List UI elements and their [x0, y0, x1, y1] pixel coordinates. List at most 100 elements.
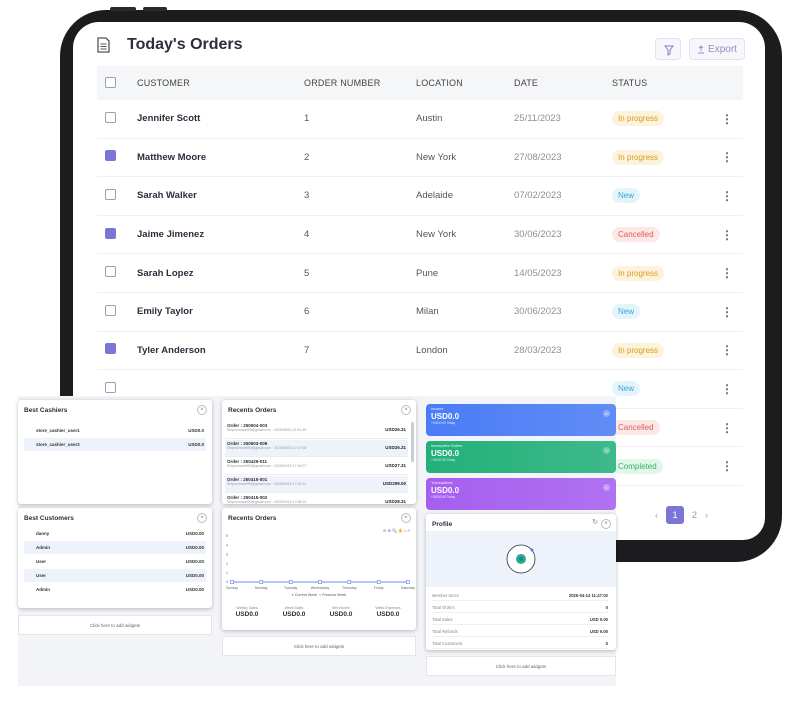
data-point — [288, 580, 293, 584]
table-row[interactable]: Jaime Jimenez 4 New York 30/06/2023 Cancelle… — [97, 216, 743, 255]
column-header[interactable]: DATE — [514, 78, 612, 88]
list-item[interactable]: Admin USD0.00 — [24, 541, 206, 554]
table-row[interactable]: Jennifer Scott 1 Austin 25/11/2023 In progre… — [97, 100, 743, 139]
list-item[interactable]: Admin USD0.00 — [24, 583, 206, 596]
more-vertical-icon[interactable]: ⋮ — [712, 189, 742, 203]
more-vertical-icon[interactable]: ⋮ — [712, 343, 742, 357]
table-row[interactable]: Emily Taylor 6 Milan 30/06/2023 New ⋮ — [97, 293, 743, 332]
incomplete-orders-card[interactable]: Incomplete Orders USD0.0 +USD0.00 Today … — [426, 441, 616, 473]
row-checkbox[interactable] — [105, 150, 116, 162]
x-tick-label: Thursday — [342, 586, 357, 590]
close-icon[interactable]: × — [401, 405, 411, 415]
refresh-icon[interactable]: ↻ — [592, 518, 598, 526]
row-checkbox[interactable] — [105, 266, 116, 278]
order-date: 30/06/2023 — [514, 229, 562, 241]
more-vertical-icon[interactable]: ⋮ — [712, 459, 742, 473]
close-icon[interactable]: × — [603, 484, 610, 491]
prev-page-icon[interactable]: ‹ — [655, 510, 658, 520]
document-icon — [97, 37, 110, 53]
row-checkbox[interactable] — [105, 227, 116, 239]
add-widget-button[interactable]: Click here to add widgets — [222, 636, 416, 656]
widget-title: Profile — [432, 521, 453, 528]
next-page-icon[interactable]: › — [705, 510, 708, 520]
profile-row: Total Sales USD 0.00 — [432, 614, 608, 625]
more-vertical-icon[interactable]: ⋮ — [712, 382, 742, 396]
y-tick-label: 5 — [226, 534, 228, 538]
export-label: Export — [708, 43, 737, 55]
more-vertical-icon[interactable]: ⋮ — [712, 112, 742, 126]
location: Austin — [416, 113, 443, 125]
recent-orders-widget: Recents Orders × Order : 250504-003 Shipr… — [222, 400, 416, 504]
table-row[interactable]: Sarah Walker 3 Adelaide 07/02/2023 New ⋮ — [97, 177, 743, 216]
profile-row: Total Customers 0 — [432, 638, 608, 649]
list-item[interactable]: store_cashier_user1 USD0.0 — [24, 424, 206, 437]
income-card[interactable]: Income USD0.0 +USD0.00 Today × — [426, 404, 616, 436]
order-item[interactable]: Order : 250429-011 Shiprocman990@gmail.co… — [225, 458, 408, 475]
order-item[interactable]: Order : 250503-009 Shiprocman990@gmail.co… — [225, 440, 408, 457]
row-checkbox[interactable] — [105, 343, 116, 355]
orders-header: Today's Orders Export — [97, 34, 745, 62]
filter-button[interactable] — [655, 38, 681, 60]
status-badge: In progress — [612, 149, 665, 165]
summary-box: Net Income USD0.0 — [329, 606, 353, 618]
data-point — [230, 580, 234, 584]
more-vertical-icon[interactable]: ⋮ — [712, 266, 742, 280]
list-item[interactable]: User USD0.00 — [24, 555, 206, 568]
close-icon[interactable]: × — [401, 513, 411, 523]
table-row[interactable]: Sarah Lopez 5 Pune 14/05/2023 In progress ⋮ — [97, 254, 743, 293]
close-icon[interactable]: × — [603, 410, 610, 417]
table-row[interactable]: Tyler Anderson 7 London 28/03/2023 In progre… — [97, 332, 743, 371]
order-item[interactable]: Order : 250415-002 Shiprocman990@gmail.co… — [225, 494, 408, 504]
add-widget-button[interactable]: Click here to add widgets — [426, 656, 616, 676]
order-number: 2 — [304, 151, 310, 163]
list-item[interactable]: User USD0.00 — [24, 569, 206, 582]
row-checkbox[interactable] — [105, 188, 116, 200]
page-button[interactable]: 2 — [692, 510, 697, 520]
data-point — [406, 580, 410, 584]
close-icon[interactable]: × — [601, 519, 611, 529]
profile-row: Member Since 2025-04-14 11:47:02 — [432, 590, 608, 601]
close-icon[interactable]: × — [603, 447, 610, 454]
order-date: 25/11/2023 — [514, 113, 561, 125]
add-widget-button[interactable]: Click here to add widgets — [18, 615, 212, 635]
profile-row: Total Orders 0 — [432, 602, 608, 613]
recent-orders-chart-widget: Recents Orders × ⊖ ⊕ 🔍 ✋ ⌂ ≡ 0 1 2 3 4 5 Sunda… — [222, 508, 416, 630]
close-icon[interactable]: × — [197, 405, 207, 415]
status-badge: In progress — [612, 342, 665, 358]
widget-title: Best Cashiers — [24, 407, 68, 414]
row-checkbox[interactable] — [105, 111, 116, 123]
list-item[interactable]: store_cashier_user2 USD0.0 — [24, 438, 206, 451]
x-tick-label: Friday — [374, 586, 384, 590]
avatar-icon — [506, 544, 536, 574]
data-point — [318, 580, 322, 584]
location: New York — [416, 229, 457, 241]
filter-icon — [664, 45, 674, 56]
column-header[interactable]: ORDER NUMBER — [304, 78, 416, 88]
page-button-active[interactable]: 1 — [666, 506, 684, 524]
scrollbar[interactable] — [411, 422, 414, 462]
list-item[interactable]: danny USD0.00 — [24, 527, 206, 540]
more-vertical-icon[interactable]: ⋮ — [712, 228, 742, 242]
more-vertical-icon[interactable]: ⋮ — [712, 421, 742, 435]
row-checkbox[interactable] — [105, 381, 116, 393]
column-header[interactable]: STATUS — [612, 78, 712, 88]
order-item[interactable]: Order : 250504-003 Shiprocman990@gmail.co… — [225, 422, 408, 439]
more-vertical-icon[interactable]: ⋮ — [712, 150, 742, 164]
column-header[interactable]: CUSTOMER — [137, 78, 304, 88]
tablet-button — [110, 7, 136, 11]
more-vertical-icon[interactable]: ⋮ — [712, 305, 742, 319]
select-all-checkbox[interactable] — [105, 76, 116, 88]
page-title: Today's Orders — [127, 36, 243, 53]
status-badge: Cancelled — [612, 227, 660, 243]
close-icon[interactable]: × — [197, 513, 207, 523]
export-button[interactable]: Export — [689, 38, 745, 60]
y-tick-label: 2 — [226, 562, 228, 566]
row-checkbox[interactable] — [105, 304, 116, 316]
data-point — [376, 580, 381, 584]
order-item[interactable]: Order : 250415-001 Shiprocman990@gmail.co… — [225, 476, 408, 493]
column-header[interactable]: LOCATION — [416, 78, 514, 88]
transactions-card[interactable]: Transactions USD0.0 +USD0.00 Today × — [426, 478, 616, 510]
table-row[interactable]: Matthew Moore 2 New York 27/08/2023 In progr… — [97, 139, 743, 178]
order-number: 5 — [304, 267, 310, 279]
status-badge: New — [612, 188, 641, 204]
